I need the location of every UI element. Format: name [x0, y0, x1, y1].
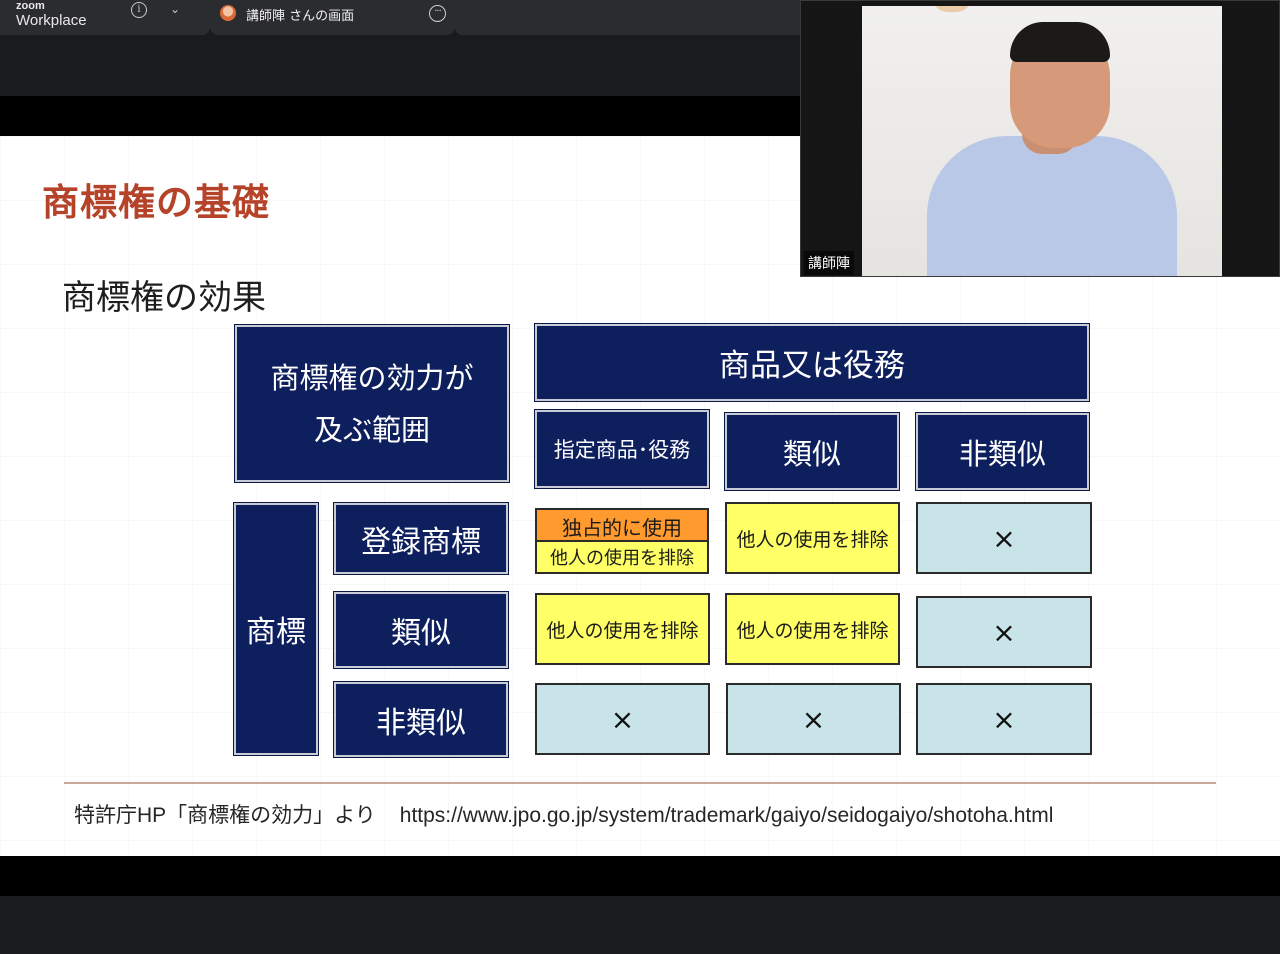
row-similar-mark: 類似 [333, 591, 509, 669]
cell-exclude-others: 他人の使用を排除 [535, 540, 709, 574]
row-dissimilar-mark: 非類似 [333, 681, 509, 758]
letterbox-bottom [0, 856, 1280, 896]
cell-exclude-others: 他人の使用を排除 [535, 593, 710, 665]
cell-exclusive-use: 独占的に使用 [535, 508, 709, 544]
cell-cross: × [726, 683, 901, 755]
participant-name-label: 講師陣 [804, 251, 854, 275]
person-shirt [927, 136, 1177, 276]
zoom-logo: zoom [16, 0, 45, 12]
screen-share-label: 講師陣 さんの画面 [246, 9, 355, 24]
chevron-down-icon[interactable]: ⌄ [170, 2, 180, 16]
person-hair [1010, 22, 1110, 62]
mark-header: 商標 [233, 502, 319, 756]
slide-subtitle: 商標権の効果 [62, 278, 266, 318]
zoom-bottom-bar [0, 896, 1280, 954]
cell-cross: × [916, 683, 1092, 755]
cell-exclude-others: 他人の使用を排除 [725, 502, 900, 574]
toolbar-empty-area [455, 0, 800, 35]
cell-exclude-others: 他人の使用を排除 [725, 593, 900, 665]
zoom-app-tab[interactable]: zoom Workplace i ⌄ [0, 0, 210, 35]
source-prefix: 特許庁HP「商標権の効力」より [74, 804, 376, 827]
column-designated-goods: 指定商品･役務 [534, 409, 710, 489]
cell-cross: × [535, 683, 710, 755]
slide-title: 商標権の基礎 [42, 181, 270, 224]
cell-cross: × [916, 596, 1092, 668]
slide-divider [64, 782, 1216, 784]
workplace-logo: Workplace [16, 12, 87, 29]
goods-header: 商品又は役務 [534, 323, 1090, 402]
column-similar: 類似 [724, 412, 900, 491]
avatar [220, 5, 236, 21]
row-registered-mark: 登録商標 [333, 502, 509, 575]
source-url[interactable]: https://www.jpo.go.jp/system/trademark/g… [400, 804, 1054, 827]
more-options-icon[interactable]: ··· [429, 5, 446, 22]
participant-video-feed [862, 6, 1222, 276]
source-citation: 特許庁HP「商標権の効力」より https://www.jpo.go.jp/sys… [74, 799, 1077, 829]
info-icon[interactable]: i [131, 2, 147, 18]
scope-header-line1: 商標権の効力が [270, 360, 474, 395]
cell-cross: × [916, 502, 1092, 574]
column-dissimilar: 非類似 [915, 412, 1090, 491]
background-lamp [932, 6, 972, 12]
scope-header-line2: 及ぶ範囲 [313, 412, 430, 447]
participant-video-tile[interactable]: 講師陣 [800, 0, 1280, 277]
screen-share-tab[interactable]: 講師陣 さんの画面 ··· [210, 0, 455, 35]
scope-header: 商標権の効力が 及ぶ範囲 [234, 324, 510, 483]
